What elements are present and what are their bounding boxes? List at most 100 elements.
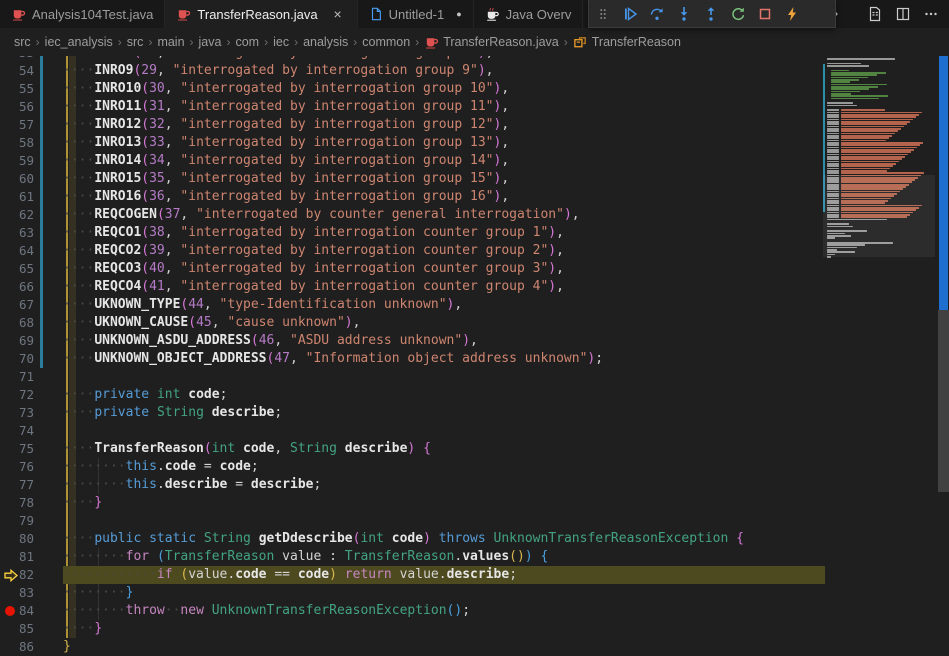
breadcrumb-separator: › [264, 35, 269, 49]
minimap-line [827, 137, 839, 139]
more-actions-icon[interactable] [917, 0, 945, 28]
code-line-69[interactable]: 69 ····UNKNOWN_ASDU_ADDRESS(46, "ASDU add… [0, 332, 825, 350]
breadcrumb-file[interactable]: TransferReason.java [443, 35, 559, 49]
breadcrumb-segment[interactable]: com [235, 35, 259, 49]
breadcrumb: src › iec_analysis › src › main › java › com › iec › a… [0, 28, 949, 56]
minimap-viewport-slider[interactable] [823, 175, 935, 257]
scrollbar[interactable] [938, 56, 949, 656]
tab-java-overv[interactable]: Java Overv [473, 0, 584, 28]
code-editor[interactable]: 53····INRO8(28, "interrogated by interro… [0, 56, 949, 656]
minimap[interactable] [823, 56, 935, 656]
line-number: 70 [18, 351, 34, 366]
breadcrumb-segment[interactable]: main [157, 35, 184, 49]
line-number: 83 [18, 585, 34, 600]
code-line-83[interactable]: 83 ········} [0, 584, 825, 602]
code-line-55[interactable]: 55 ····INRO10(30, "interrogated by interr… [0, 80, 825, 98]
code-line-68[interactable]: 68 ····UKNOWN_CAUSE(45, "cause unknown"), [0, 314, 825, 332]
code-line-64[interactable]: 64 ····REQCO2(39, "interrogated by interr… [0, 242, 825, 260]
code-line-text: ····REQCOGEN(37, "interrogated by counte… [63, 207, 580, 222]
code-line-66[interactable]: 66 ····REQCO4(41, "interrogated by interr… [0, 278, 825, 296]
debug-step-into-icon[interactable] [670, 0, 697, 27]
gutter-change-indicator [40, 116, 43, 134]
code-line-text: ········for (TransferReason value : Tran… [63, 549, 549, 564]
tab-transferreason-java[interactable]: TransferReason.java × [165, 0, 358, 28]
code-line-text: ····INRO13(33, "interrogated by interrog… [63, 135, 510, 150]
code-line-60[interactable]: 60 ····INRO15(35, "interrogated by interr… [0, 170, 825, 188]
code-line-72[interactable]: 72 ····private int code; [0, 386, 825, 404]
class-symbol-icon [573, 35, 592, 50]
breadcrumb-segment[interactable]: iec_analysis [45, 35, 113, 49]
code-line-59[interactable]: 59 ····INRO14(34, "interrogated by interr… [0, 152, 825, 170]
code-line-62[interactable]: 62 ····REQCOGEN(37, "interrogated by coun… [0, 206, 825, 224]
debug-continue-icon[interactable] [616, 0, 643, 27]
code-line-82[interactable]: 82 ············if (value.code == code) re… [0, 566, 825, 584]
code-line-75[interactable]: 75 ····TransferReason(int code, String de… [0, 440, 825, 458]
debug-step-over-icon[interactable] [643, 0, 670, 27]
code-line-77[interactable]: 77 ········this.describe = describe; [0, 476, 825, 494]
line-number: 81 [18, 549, 34, 564]
code-line-58[interactable]: 58 ····INRO13(33, "interrogated by interr… [0, 134, 825, 152]
code-line-67[interactable]: 67 ····UKNOWN_TYPE(44, "type-Identificati… [0, 296, 825, 314]
code-line-84[interactable]: 84 ········throw··new UnknownTransferReas… [0, 602, 825, 620]
code-line-57[interactable]: 57 ····INRO12(32, "interrogated by interr… [0, 116, 825, 134]
debug-restart-icon[interactable] [724, 0, 751, 27]
breadcrumb-segment[interactable]: java [199, 35, 222, 49]
minimap-line [841, 160, 899, 163]
code-line-text: ····UNKNOWN_ASDU_ADDRESS(46, "ASDU addre… [63, 333, 478, 348]
breadcrumb-symbol[interactable]: TransferReason [592, 35, 681, 49]
tab-untitled-1[interactable]: Untitled-1 ● [357, 0, 474, 28]
file-blue-icon [369, 7, 383, 21]
code-line-76[interactable]: 76 ········this.code = code; [0, 458, 825, 476]
breadcrumb-separator: › [294, 35, 299, 49]
code-line-56[interactable]: 56 ····INRO11(31, "interrogated by interr… [0, 98, 825, 116]
file-binary-icon[interactable] [861, 0, 889, 28]
breadcrumb-segment[interactable]: src [14, 35, 31, 49]
gutter-change-indicator [40, 170, 43, 188]
minimap-line [827, 160, 839, 163]
split-editor-icon[interactable] [889, 0, 917, 28]
code-line-73[interactable]: 73 ····private String describe; [0, 404, 825, 422]
code-line-86[interactable]: 86} [0, 638, 825, 656]
close-tab-icon[interactable]: × [330, 7, 346, 21]
minimap-line [827, 139, 839, 142]
line-number: 61 [18, 189, 34, 204]
code-line-74[interactable]: 74 [0, 422, 825, 440]
code-line-63[interactable]: 63 ····REQCO1(38, "interrogated by interr… [0, 224, 825, 242]
code-line-78[interactable]: 78 ····} [0, 494, 825, 512]
code-line-71[interactable]: 71 [0, 368, 825, 386]
code-area[interactable]: 53····INRO8(28, "interrogated by interro… [0, 56, 825, 656]
code-line-54[interactable]: 54 ····INRO9(29, "interrogated by interro… [0, 62, 825, 80]
breadcrumb-segment[interactable]: common [362, 35, 410, 49]
code-line-text: ····REQCO4(41, "interrogated by interrog… [63, 279, 564, 294]
minimap-line [841, 172, 924, 174]
java-cup-red-icon [11, 7, 26, 22]
modified-dot-icon[interactable]: ● [456, 9, 461, 19]
line-number: 80 [18, 531, 34, 546]
minimap-line [827, 167, 839, 170]
code-line-text: ····UNKNOWN_OBJECT_ADDRESS(47, "Informat… [63, 351, 604, 366]
tab-label: Untitled-1 [388, 6, 445, 22]
code-line-85[interactable]: 85 ····} [0, 620, 825, 638]
code-line-79[interactable]: 79 [0, 512, 825, 530]
breadcrumb-segment[interactable]: src [127, 35, 144, 49]
breadcrumb-segment[interactable]: analysis [303, 35, 348, 49]
code-line-65[interactable]: 65 ····REQCO3(40, "interrogated by interr… [0, 260, 825, 278]
breadcrumb-separator: › [226, 35, 231, 49]
breadcrumb-separator: › [353, 35, 358, 49]
debug-hot-code-replace-icon[interactable] [778, 0, 805, 27]
scrollbar-slider[interactable] [938, 310, 949, 492]
debug-step-out-icon[interactable] [697, 0, 724, 27]
line-number: 57 [18, 117, 34, 132]
code-line-70[interactable]: 70 ····UNKNOWN_OBJECT_ADDRESS(47, "Inform… [0, 350, 825, 368]
code-line-text: ····private String describe; [63, 405, 283, 420]
breadcrumb-segment[interactable]: iec [273, 35, 289, 49]
tab-analysis104test-java[interactable]: Analysis104Test.java [0, 0, 166, 28]
code-line-text: ········throw··new UnknownTransferReason… [63, 603, 471, 618]
gripper-icon[interactable] [589, 0, 616, 27]
code-line-text: ····REQCO1(38, "interrogated by interrog… [63, 225, 564, 240]
debug-stop-icon[interactable] [751, 0, 778, 27]
code-line-80[interactable]: 80 ····public static String getDdescribe(… [0, 530, 825, 548]
code-line-81[interactable]: 81 ········for (TransferReason value : Tr… [0, 548, 825, 566]
code-line-61[interactable]: 61 ····INRO16(36, "interrogated by interr… [0, 188, 825, 206]
line-number: 72 [18, 387, 34, 402]
